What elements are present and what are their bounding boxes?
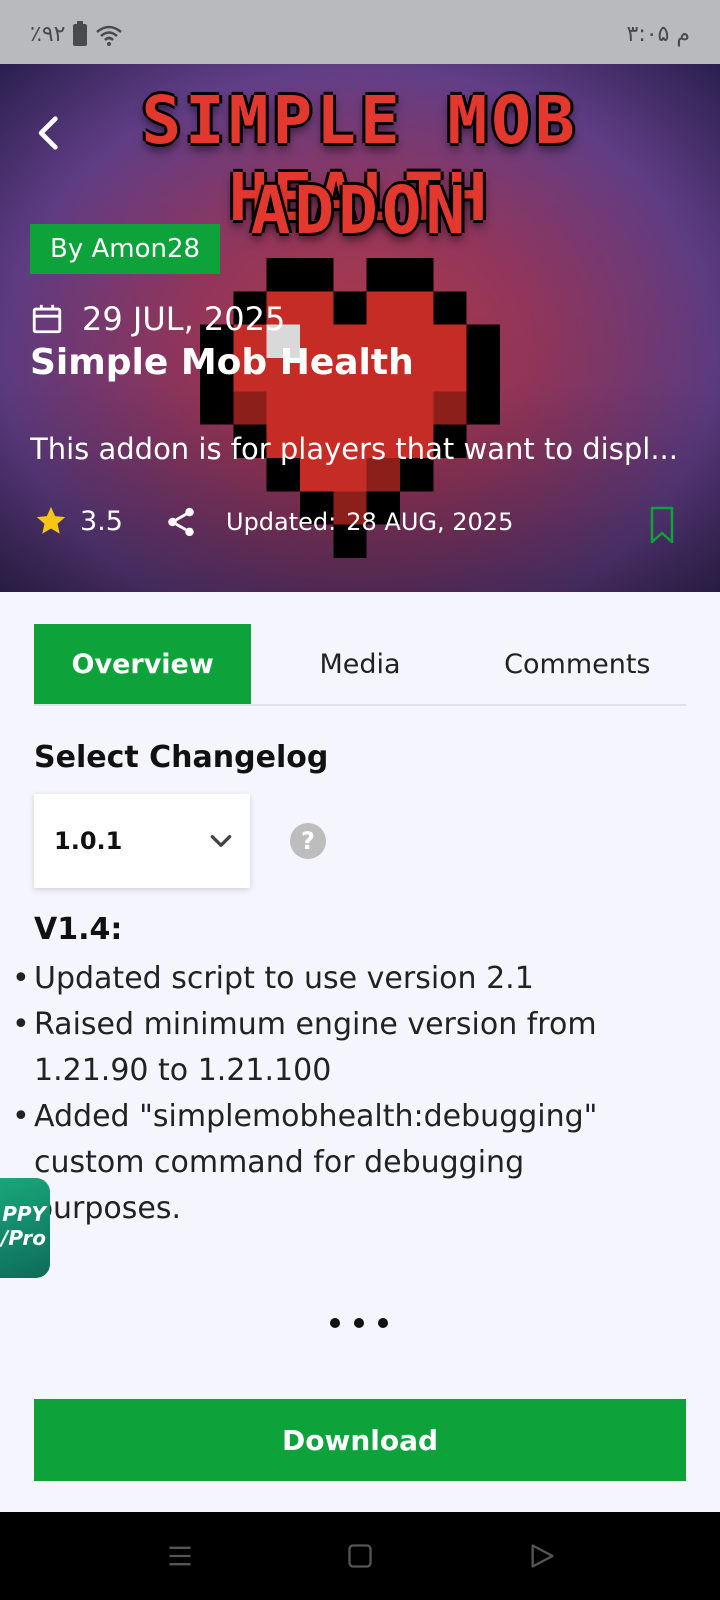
back-arrow-icon[interactable]: [30, 114, 68, 152]
status-left: ٪۹۲: [30, 20, 123, 47]
updated-label: Updated:: [226, 508, 337, 536]
list-item: Added "simplemobhealth:debugging" custom…: [10, 1094, 670, 1232]
status-time: ۳:۰۵ م: [626, 22, 690, 47]
rating-value: 3.5: [80, 505, 123, 537]
star-icon: [36, 506, 66, 534]
changelog-list: Updated script to use version 2.1 Raised…: [10, 956, 670, 1232]
more-dots[interactable]: [330, 1318, 388, 1328]
system-nav-bar: [0, 1512, 720, 1600]
version-heading: V1.4:: [34, 912, 123, 947]
home-icon[interactable]: [346, 1542, 374, 1570]
share-icon[interactable]: [164, 504, 198, 540]
author-badge[interactable]: By Amon28: [30, 224, 221, 274]
promo-line1: PPY: [2, 1202, 46, 1226]
wifi-icon: [96, 25, 123, 46]
rating[interactable]: 3.5: [34, 504, 123, 538]
date-text: 29 JUL, 2025: [82, 300, 286, 338]
hero-banner: SIMPLE MOB HEALTH ADDON By Amon28 29 JUL…: [0, 64, 720, 592]
back-triangle-icon[interactable]: [528, 1542, 556, 1570]
updated-info: Updated: 28 AUG, 2025: [226, 508, 513, 536]
tab-comments[interactable]: Comments: [469, 624, 686, 704]
battery-percent: ٪۹۲: [30, 22, 66, 47]
bookmark-icon[interactable]: [650, 506, 674, 544]
floating-promo-button[interactable]: PPY /Pro: [0, 1178, 50, 1278]
battery-icon: [73, 20, 88, 46]
chevron-down-icon: [210, 835, 232, 847]
calendar-icon: [32, 304, 62, 334]
list-item: Updated script to use version 2.1: [10, 956, 670, 1002]
changelog-heading: Select Changelog: [34, 740, 329, 775]
help-icon[interactable]: ?: [290, 823, 326, 859]
status-bar: ٪۹۲ ۳:۰۵ م: [0, 0, 720, 64]
selected-version: 1.0.1: [54, 827, 123, 855]
addon-title: Simple Mob Health: [30, 342, 414, 383]
list-item: Raised minimum engine version from 1.21.…: [10, 1002, 670, 1094]
tab-overview[interactable]: Overview: [34, 624, 252, 704]
menu-icon[interactable]: [166, 1542, 194, 1570]
tab-bar: Overview Media Comments: [34, 624, 686, 706]
addon-description[interactable]: This addon is for players that want to d…: [30, 432, 690, 466]
promo-line2: /Pro: [1, 1226, 46, 1250]
download-button[interactable]: Download: [34, 1399, 686, 1481]
version-select[interactable]: 1.0.1: [34, 794, 250, 888]
updated-date: 28 AUG, 2025: [346, 508, 514, 536]
publish-date: 29 JUL, 2025: [30, 300, 285, 338]
tab-media[interactable]: Media: [251, 624, 468, 704]
